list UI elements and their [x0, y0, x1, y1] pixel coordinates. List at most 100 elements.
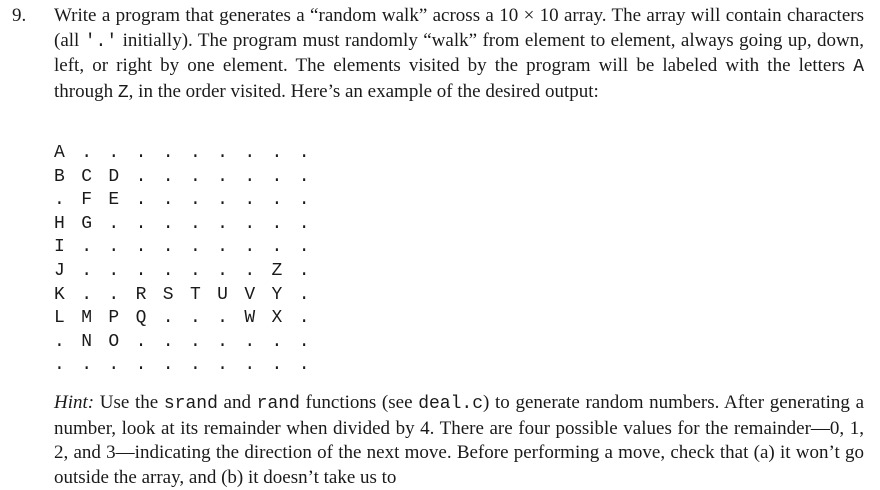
grid-cell: .: [162, 308, 174, 329]
grid-cell: .: [217, 213, 228, 234]
grid-cell: .: [271, 190, 283, 211]
grid-cell: .: [81, 284, 92, 305]
grid-row: I.........: [54, 236, 326, 260]
grid-cell: .: [162, 213, 174, 234]
grid-cell: .: [244, 143, 256, 163]
grid-row: A.........: [54, 142, 326, 166]
grid-cell: .: [108, 260, 120, 281]
grid-cell: .: [298, 260, 310, 281]
hint-paragraph: Hint: Use the srand and rand functions (…: [54, 391, 864, 490]
grid-cell: Q: [135, 308, 147, 329]
grid-cell: .: [189, 143, 201, 163]
grid-cell: .: [108, 143, 120, 163]
grid-cell: Z: [271, 260, 283, 281]
grid-cell: N: [81, 331, 92, 352]
grid-cell: .: [298, 143, 310, 163]
grid-cell: .: [135, 213, 147, 234]
letter-z-code: Z: [117, 82, 129, 103]
grid-cell: .: [298, 190, 310, 211]
grid-cell: .: [217, 143, 228, 163]
grid-cell: J: [54, 260, 65, 281]
intro-text-2: initially). The program must randomly “w…: [54, 29, 864, 77]
grid-row: BCD.......: [54, 166, 326, 190]
intro-text-3: through: [54, 80, 118, 102]
grid-cell: .: [217, 260, 228, 281]
grid-cell: .: [54, 190, 65, 211]
grid-cell: .: [189, 190, 201, 211]
grid-cell: H: [54, 213, 65, 234]
grid-row: K.. RSTUVY.: [54, 284, 326, 308]
grid-cell: .: [217, 190, 228, 211]
grid-cell: .: [81, 260, 92, 281]
exercise-description: Write a program that generates a “random…: [54, 4, 864, 105]
grid-cell: .: [189, 213, 201, 234]
grid-cell: K: [54, 284, 65, 305]
grid-cell: A: [54, 143, 65, 163]
grid-cell: .: [271, 355, 283, 376]
grid-row: ..........: [54, 354, 326, 378]
grid-cell: .: [244, 260, 256, 281]
grid-cell: .: [108, 284, 120, 305]
grid-cell: P: [108, 308, 120, 329]
grid-cell: Y: [271, 284, 283, 305]
grid-cell: .: [135, 143, 147, 163]
grid-cell: .: [217, 237, 228, 258]
hint-text-3: functions (see: [299, 392, 419, 413]
exercise-number: 9.: [12, 5, 27, 26]
grid-cell: W: [244, 308, 256, 329]
grid-cell: .: [217, 331, 228, 352]
rand-code: rand: [256, 394, 300, 414]
grid-cell: R: [135, 284, 147, 305]
grid-cell: E: [108, 190, 120, 211]
grid-cell: .: [244, 237, 256, 258]
grid-cell: .: [244, 190, 256, 211]
example-output-grid: A.........BCD........FE.......HG........…: [54, 142, 326, 378]
srand-code: srand: [163, 394, 218, 414]
grid-cell: .: [244, 166, 256, 187]
grid-cell: X: [271, 308, 283, 329]
grid-cell: B: [54, 166, 65, 187]
grid-cell: .: [189, 308, 201, 329]
grid-cell: .: [189, 260, 201, 281]
grid-cell: .: [162, 190, 174, 211]
grid-cell: V: [244, 284, 256, 305]
grid-cell: .: [189, 331, 201, 352]
grid-cell: D: [108, 166, 120, 187]
dot-char-code: '.': [84, 31, 118, 52]
grid-cell: .: [298, 166, 310, 187]
grid-cell: T: [189, 284, 201, 305]
grid-cell: .: [162, 260, 174, 281]
grid-cell: .: [135, 237, 147, 258]
grid-cell: .: [217, 308, 228, 329]
grid-cell: G: [81, 213, 92, 234]
letter-a-code: A: [853, 57, 864, 77]
grid-cell: .: [271, 331, 283, 352]
deal-c-code: deal.c: [418, 394, 484, 414]
hint-text-2: and: [217, 392, 257, 413]
grid-cell: .: [162, 237, 174, 258]
grid-cell: .: [271, 166, 283, 187]
grid-cell: .: [81, 237, 92, 258]
intro-text-4: , in the order visited. Here’s an exampl…: [128, 80, 599, 102]
grid-cell: .: [54, 355, 65, 376]
grid-cell: .: [162, 166, 174, 187]
grid-cell: .: [162, 355, 174, 376]
grid-cell: .: [271, 213, 283, 234]
grid-cell: .: [108, 355, 120, 376]
grid-cell: .: [298, 355, 310, 376]
grid-cell: I: [54, 237, 65, 258]
grid-cell: .: [162, 143, 174, 163]
grid-cell: .: [135, 166, 147, 187]
grid-cell: .: [189, 166, 201, 187]
grid-cell: .: [81, 143, 92, 163]
grid-cell: .: [244, 331, 256, 352]
grid-row: . NO.......: [54, 331, 326, 355]
grid-cell: C: [81, 166, 92, 187]
grid-cell: .: [189, 237, 201, 258]
grid-cell: .: [271, 237, 283, 258]
grid-cell: .: [81, 355, 92, 376]
hint-text-1: Use the: [94, 392, 164, 413]
grid-cell: .: [298, 237, 310, 258]
grid-cell: L: [54, 308, 65, 329]
grid-cell: .: [271, 143, 283, 163]
